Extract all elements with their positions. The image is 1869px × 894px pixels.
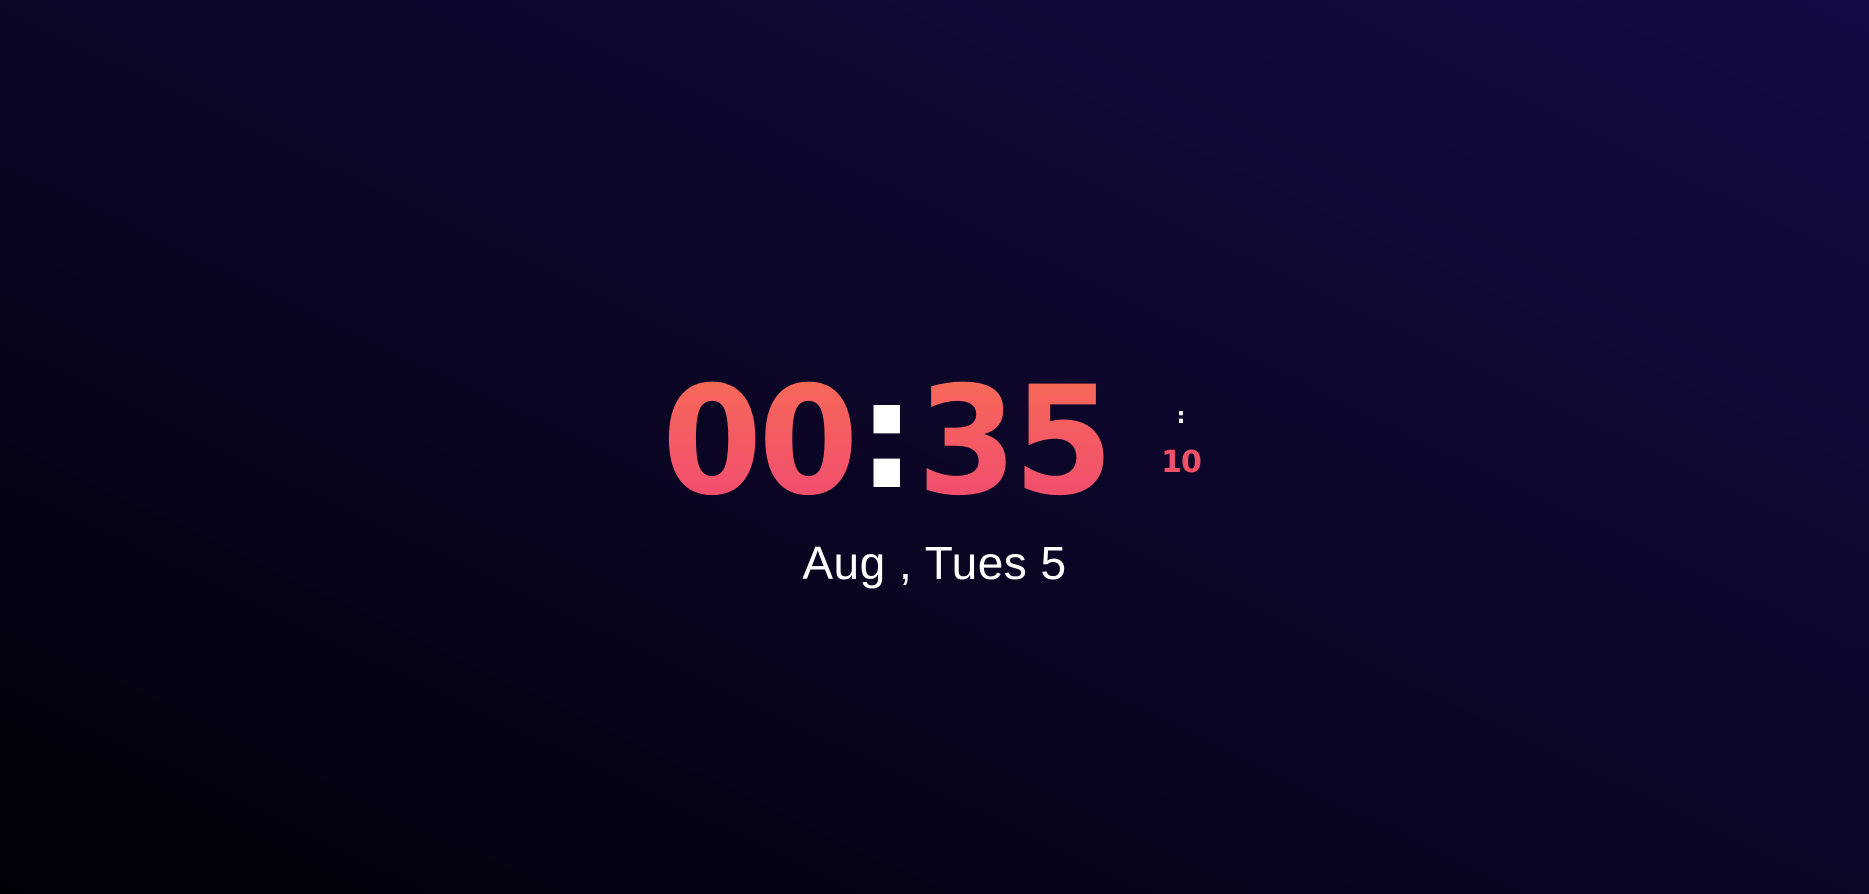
date-text: Aug , Tues 5 xyxy=(802,537,1067,589)
time-separator: : xyxy=(856,349,917,523)
seconds-separator: : xyxy=(1176,404,1186,429)
clock-display: 00 : 35 : 10 Aug , Tues 5 xyxy=(0,0,1869,894)
hours-value: 00 xyxy=(662,355,859,529)
seconds-block: : 10 xyxy=(1160,406,1202,482)
minutes-value: 35 xyxy=(916,355,1114,529)
time-row: 00 : 35 xyxy=(662,361,1118,517)
seconds-value: 10 xyxy=(1161,445,1202,480)
